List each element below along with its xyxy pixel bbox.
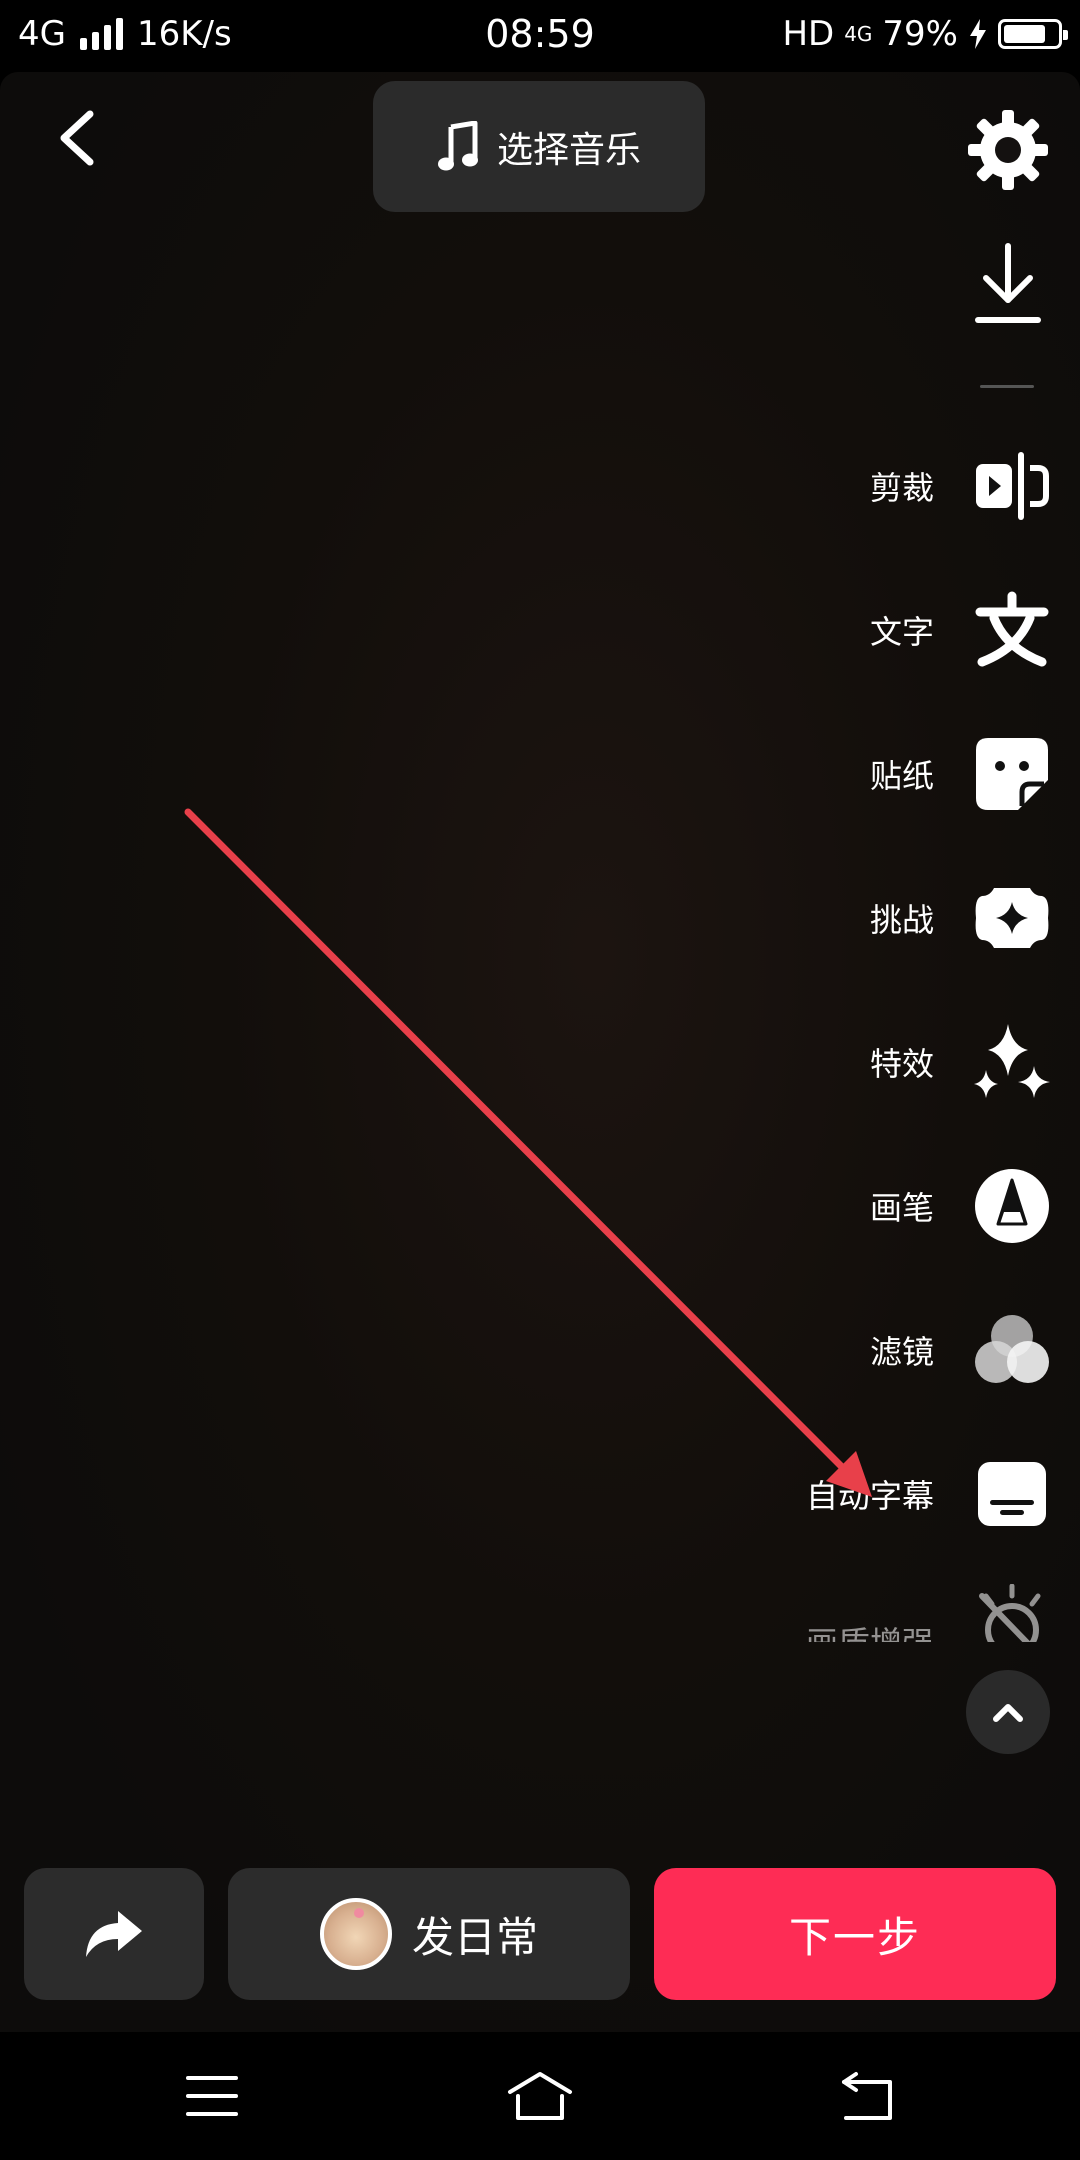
tool-sticker-label: 贴纸 <box>869 757 934 795</box>
download-button[interactable] <box>970 240 1046 330</box>
tool-text[interactable]: 文字 <box>870 580 1052 680</box>
tool-sticker[interactable]: 贴纸 <box>870 724 1052 824</box>
tool-challenge[interactable]: 挑战 <box>870 868 1052 968</box>
tool-crop-label: 剪裁 <box>869 469 934 507</box>
tool-quality-enhance[interactable]: 画质增强 <box>806 1584 1052 1642</box>
bottom-action-bar: 发日常 下一步 <box>0 1868 1080 2002</box>
brush-icon <box>972 1166 1052 1246</box>
tool-text-label: 文字 <box>869 613 934 651</box>
net2-indicator: 4G <box>844 22 873 46</box>
charging-icon <box>970 19 986 49</box>
tool-effects-label: 特效 <box>869 1045 934 1083</box>
crop-icon <box>972 446 1052 526</box>
share-button[interactable] <box>24 1868 204 2000</box>
tool-brush[interactable]: 画笔 <box>870 1156 1052 1256</box>
filter-icon <box>972 1310 1052 1390</box>
nav-back-button[interactable] <box>838 2068 898 2124</box>
avatar <box>319 1898 392 1970</box>
home-icon <box>508 2072 572 2120</box>
hd-indicator: HD <box>782 14 835 54</box>
back-button[interactable] <box>44 100 124 180</box>
share-arrow-icon <box>86 1911 142 1957</box>
return-icon <box>842 2072 892 2120</box>
menu-icon <box>186 2076 238 2116</box>
tool-filter[interactable]: 滤镜 <box>870 1300 1052 1400</box>
tool-filter-label: 滤镜 <box>869 1333 934 1371</box>
toolbar-divider <box>980 385 1034 388</box>
nav-menu-button[interactable] <box>182 2068 242 2124</box>
tool-effects[interactable]: 特效 <box>870 1012 1052 1112</box>
tool-auto-subtitle-label: 自动字幕 <box>805 1477 934 1515</box>
battery-percent: 79% <box>882 14 958 54</box>
music-note-icon <box>437 120 478 170</box>
tool-brush-label: 画笔 <box>869 1189 934 1227</box>
select-music-button[interactable]: 选择音乐 <box>373 81 705 212</box>
download-icon <box>975 243 1041 323</box>
chevron-up-icon <box>993 1704 1023 1722</box>
tool-challenge-label: 挑战 <box>869 901 934 939</box>
next-step-button[interactable]: 下一步 <box>654 1868 1056 2000</box>
post-daily-button[interactable]: 发日常 <box>228 1868 630 2000</box>
text-icon <box>972 590 1052 670</box>
tool-quality-enhance-label: 画质增强 <box>806 1618 934 1642</box>
gear-icon <box>968 110 1048 190</box>
tool-crop[interactable]: 剪裁 <box>870 436 1052 536</box>
sticker-icon <box>972 734 1052 814</box>
select-music-label: 选择音乐 <box>496 129 641 171</box>
next-step-label: 下一步 <box>788 1912 921 1962</box>
battery-icon <box>998 19 1068 49</box>
settings-button[interactable] <box>964 106 1052 194</box>
status-bar: 4G 16K/s 08:59 HD 4G 79% <box>0 0 1080 72</box>
challenge-icon <box>972 878 1052 958</box>
enhance-icon <box>972 1584 1052 1642</box>
nav-home-button[interactable] <box>506 2068 574 2124</box>
system-nav-bar <box>0 2032 1080 2160</box>
collapse-tools-button[interactable] <box>966 1670 1050 1754</box>
subtitle-icon <box>972 1454 1052 1534</box>
sparkle-icon <box>972 1022 1052 1102</box>
back-arrow-icon <box>60 110 94 166</box>
post-daily-label: 发日常 <box>411 1912 538 1962</box>
tool-auto-subtitle[interactable]: 自动字幕 <box>806 1444 1052 1544</box>
